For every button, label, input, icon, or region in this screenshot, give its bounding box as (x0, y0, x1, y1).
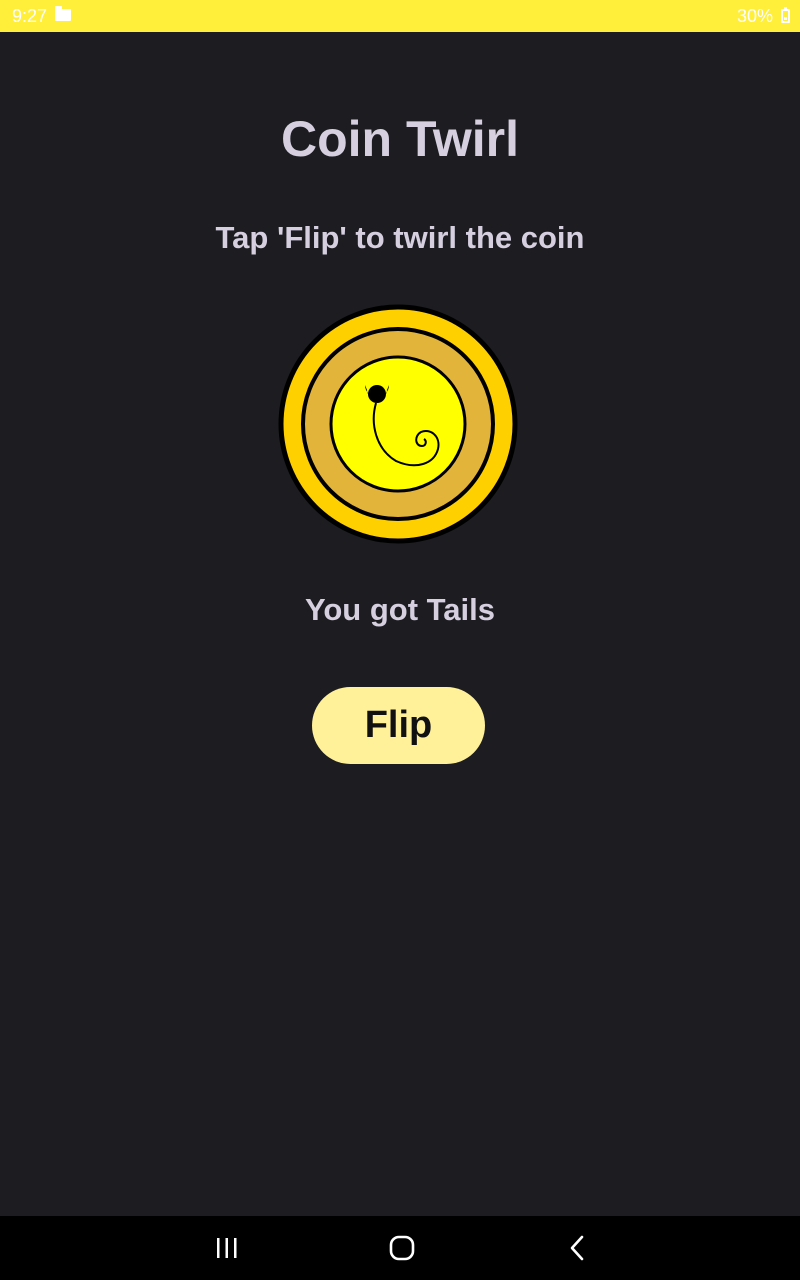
coin-image (278, 304, 518, 544)
app-screen: Coin Twirl Tap 'Flip' to twirl the coin … (0, 32, 800, 1216)
recents-button[interactable] (187, 1216, 267, 1280)
battery-percent: 30% (736, 5, 773, 26)
flip-button[interactable]: Flip (312, 687, 485, 764)
folder-icon (55, 6, 72, 21)
page-title: Coin Twirl (281, 111, 519, 167)
navigation-bar (0, 1216, 800, 1280)
status-bar: 9:27 30% (0, 0, 800, 32)
home-button[interactable] (362, 1216, 442, 1280)
recents-icon (217, 1238, 237, 1258)
coin-center (329, 355, 467, 493)
status-time: 9:27 (12, 5, 48, 26)
status-left: 9:27 (12, 5, 72, 27)
back-button[interactable] (537, 1216, 617, 1280)
battery-icon (781, 7, 790, 23)
instruction-text: Tap 'Flip' to twirl the coin (215, 220, 585, 255)
status-right: 30% (737, 6, 790, 27)
back-icon (570, 1235, 584, 1261)
result-text: You got Tails (304, 592, 495, 627)
home-icon (389, 1235, 415, 1261)
